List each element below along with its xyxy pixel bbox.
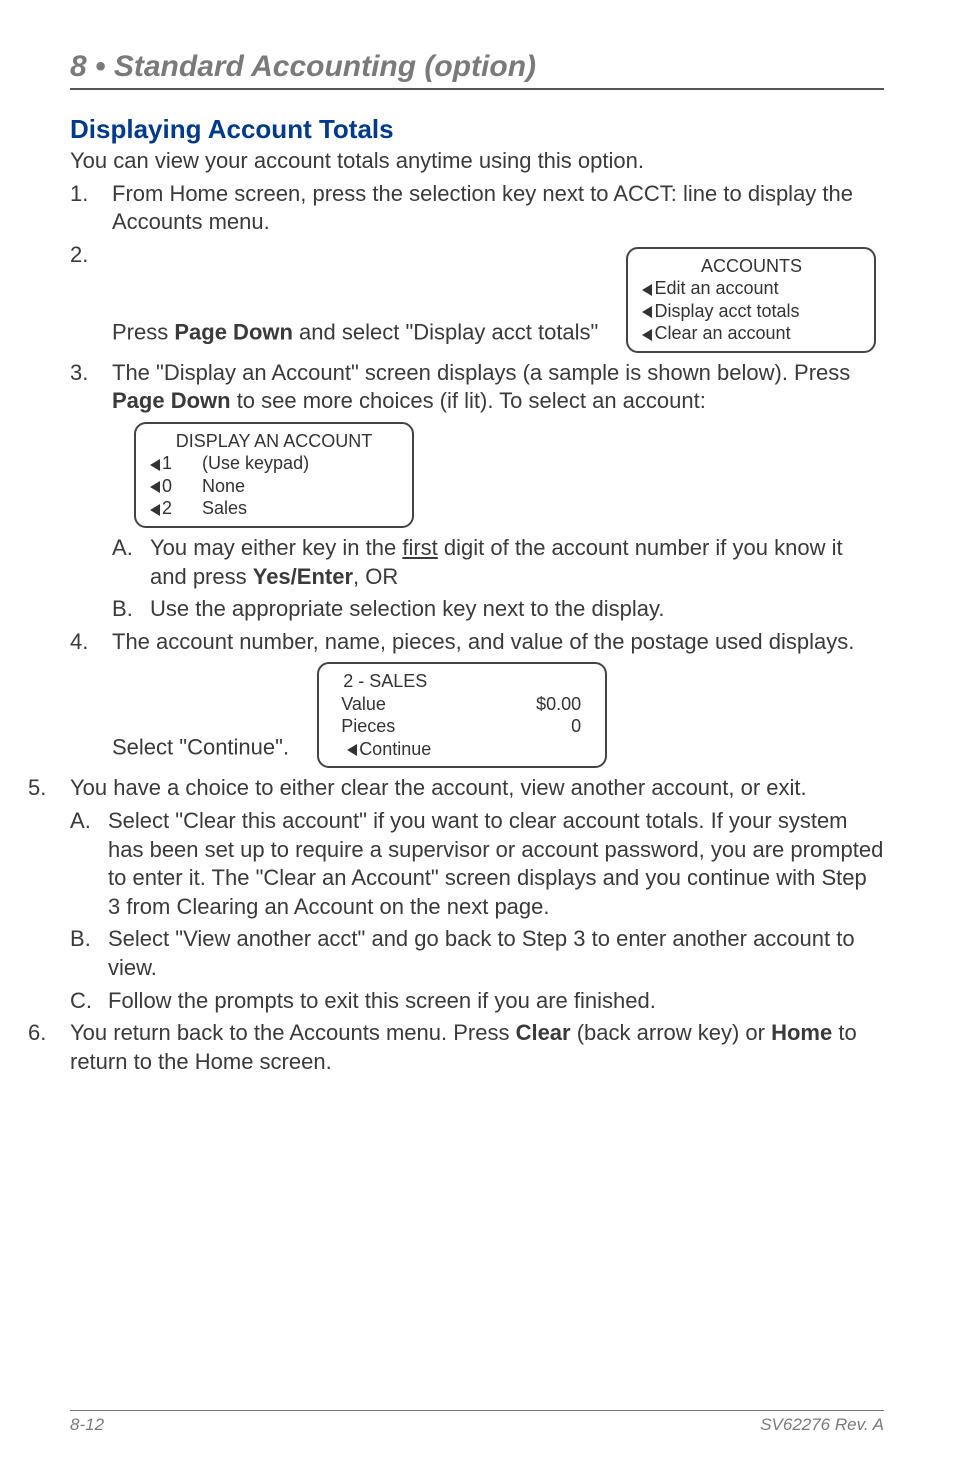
step-3a: You may either key in the first digit of… (112, 534, 884, 591)
step-1-text: From Home screen, press the selection ke… (112, 181, 853, 235)
step-5-text: You have a choice to either clear the ac… (70, 775, 807, 800)
section-heading: Displaying Account Totals (70, 114, 884, 145)
home-key: Home (771, 1020, 832, 1045)
triangle-icon (150, 459, 160, 471)
step-2: Press Page Down and select "Display acct… (70, 241, 884, 355)
triangle-icon (642, 284, 652, 296)
screen-sales-row-pieces: Pieces 0 (333, 715, 591, 738)
step-2-text-a: Press (112, 319, 174, 344)
underline-first: first (402, 535, 437, 560)
step-3-text-c: to see more choices (if lit). To select … (231, 388, 706, 413)
footer: 8-12 SV62276 Rev. A (70, 1410, 884, 1435)
step-4: The account number, name, pieces, and va… (70, 628, 884, 771)
doc-revision: SV62276 Rev. A (760, 1415, 884, 1435)
step-3: The "Display an Account" screen displays… (70, 359, 884, 624)
yes-enter-key: Yes/Enter (253, 564, 353, 589)
screen-sales-continue: Continue (333, 738, 591, 761)
screen-accounts: ACCOUNTS Edit an account Display acct to… (626, 247, 876, 353)
step-2-text-c: and select "Display acct totals" (293, 319, 598, 344)
step-5c: Follow the prompts to exit this screen i… (70, 987, 884, 1016)
footer-row: 8-12 SV62276 Rev. A (70, 1415, 884, 1435)
intro-text: You can view your account totals anytime… (70, 147, 884, 176)
screen-display-row2: 0 None (150, 475, 398, 498)
screen-sales: 2 - SALES Value $0.00 Pieces 0 Continue (317, 662, 607, 768)
step-5a: Select "Clear this account" if you want … (70, 807, 884, 921)
step-3-text-a: The "Display an Account" screen displays… (112, 360, 850, 385)
step-3b: Use the appropriate selection key next t… (112, 595, 884, 624)
triangle-icon (642, 306, 652, 318)
step-2-key: Page Down (174, 319, 293, 344)
screen-accounts-row1: Edit an account (642, 277, 860, 300)
chapter-title: 8 • Standard Accounting (option) (70, 50, 884, 84)
screen-accounts-title: ACCOUNTS (642, 255, 860, 278)
screen-display-account: DISPLAY AN ACCOUNT 1 (Use keypad) 0 None… (134, 422, 414, 528)
clear-key: Clear (516, 1020, 571, 1045)
triangle-icon (347, 744, 357, 756)
step-3-key: Page Down (112, 388, 231, 413)
steps-list-continued: You have a choice to either clear the ac… (28, 774, 884, 1076)
triangle-icon (150, 504, 160, 516)
step-1: From Home screen, press the selection ke… (70, 180, 884, 237)
divider-top (70, 88, 884, 90)
step-6: You return back to the Accounts menu. Pr… (28, 1019, 884, 1076)
screen-display-row3: 2 Sales (150, 497, 398, 520)
page: 8 • Standard Accounting (option) Display… (0, 0, 954, 1475)
screen-display-row1: 1 (Use keypad) (150, 452, 398, 475)
screen-sales-row-value: Value $0.00 (333, 693, 591, 716)
screen-sales-title: 2 - SALES (333, 670, 591, 693)
step-5: You have a choice to either clear the ac… (28, 774, 884, 1015)
step-3-sublist: You may either key in the first digit of… (112, 534, 884, 624)
divider-bottom (70, 1410, 884, 1411)
page-number: 8-12 (70, 1415, 104, 1435)
steps-list: From Home screen, press the selection ke… (70, 180, 884, 771)
screen-accounts-row2: Display acct totals (642, 300, 860, 323)
triangle-icon (642, 329, 652, 341)
screen-accounts-row3: Clear an account (642, 322, 860, 345)
triangle-icon (150, 481, 160, 493)
step-5b: Select "View another acct" and go back t… (70, 925, 884, 982)
step-5-sublist: Select "Clear this account" if you want … (70, 807, 884, 1015)
screen-display-title: DISPLAY AN ACCOUNT (150, 430, 398, 453)
